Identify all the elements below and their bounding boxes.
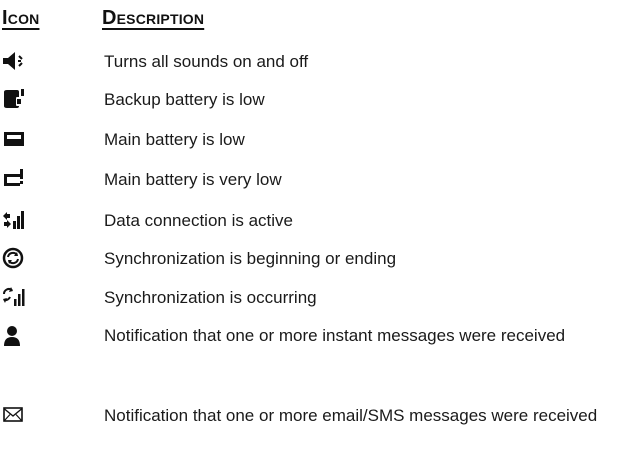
backup-battery-low-icon — [2, 88, 26, 110]
row-description: Main battery is low — [104, 130, 245, 149]
table-row: Synchronization is occurring — [0, 282, 641, 313]
sound-speaker-icon — [2, 50, 26, 72]
row-description: Turns all sounds on and off — [104, 52, 309, 71]
sync-begin-end-icon — [2, 247, 26, 269]
row-description: Notification that one or more email/SMS … — [104, 406, 598, 425]
table-row: Data connection is active — [0, 205, 641, 236]
icon-column-header: Icon — [2, 7, 40, 29]
email-sms-icon — [2, 404, 26, 426]
row-description: Synchronization is occurring — [104, 288, 317, 307]
table-row: Backup battery is low — [0, 84, 641, 115]
row-description: Main battery is very low — [104, 170, 282, 189]
table-row: Synchronization is beginning or ending — [0, 243, 641, 274]
data-connection-active-icon — [2, 209, 26, 231]
sync-occurring-icon — [2, 286, 26, 308]
table-row: Turns all sounds on and off — [0, 46, 641, 77]
table-header: Icon Description — [0, 6, 641, 34]
main-battery-very-low-icon — [2, 168, 26, 190]
row-description: Notification that one or more instant me… — [104, 326, 566, 345]
row-description: Backup battery is low — [104, 90, 265, 109]
row-description: Synchronization is beginning or ending — [104, 249, 397, 268]
main-battery-low-icon — [2, 128, 26, 150]
instant-message-icon — [2, 325, 26, 347]
row-description: Data connection is active — [104, 211, 293, 230]
table-row: Notification that one or more email/SMS … — [0, 400, 641, 462]
table-row: Main battery is very low — [0, 164, 641, 195]
table-row: Main battery is low — [0, 124, 641, 155]
table-row: Notification that one or more instant me… — [0, 320, 641, 382]
description-column-header: Description — [102, 7, 205, 29]
